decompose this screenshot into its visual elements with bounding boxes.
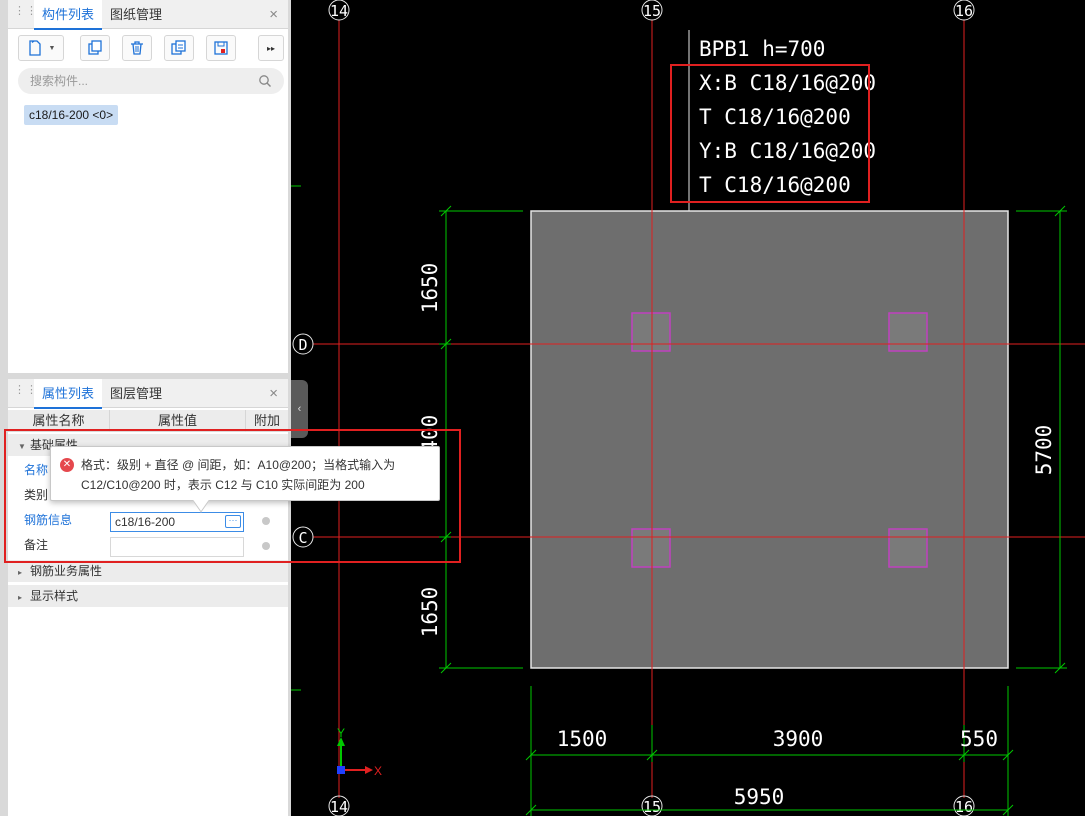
annotation-line-3: Y:B C18/16@200 — [699, 139, 876, 163]
collapse-left-icon[interactable]: ‹ — [291, 380, 308, 438]
axis-label-15-top: 15 — [643, 2, 661, 20]
save-icon — [214, 41, 228, 55]
dropdown-arrow-icon[interactable]: ▼ — [49, 45, 56, 52]
column-block[interactable] — [631, 312, 671, 352]
drag-grip-icon[interactable]: ⋮⋮ — [14, 6, 37, 21]
property-rebar-label: 钢筋信息 — [24, 513, 73, 527]
more-button[interactable]: ▸▸ — [258, 35, 284, 61]
copy-icon — [88, 40, 102, 55]
delete-icon — [131, 41, 143, 55]
dim-left-top: 1650 — [418, 263, 442, 314]
axis-label-16-bottom: 16 — [955, 798, 973, 816]
property-table-header: 属性名称 属性值 附加 — [8, 410, 288, 432]
column-block[interactable] — [888, 312, 928, 352]
close-icon[interactable]: × — [269, 6, 278, 23]
axis-label-14-top: 14 — [330, 2, 348, 20]
cad-canvas[interactable]: 14 15 16 14 15 16 D C 1650 2400 1650 570… — [291, 0, 1085, 816]
rebar-info-input[interactable]: c18/16-200 ··· — [110, 512, 244, 532]
save-button[interactable] — [206, 35, 236, 61]
section-display-style[interactable]: ▸ 显示样式 — [8, 585, 288, 607]
annotation-line-2: T C18/16@200 — [699, 105, 851, 129]
axis-label-16-top: 16 — [955, 2, 973, 20]
property-name-label: 名称 — [24, 463, 49, 477]
copy-button[interactable] — [80, 35, 110, 61]
ellipsis-button[interactable]: ··· — [225, 515, 241, 528]
annotation-line-1: X:B C18/16@200 — [699, 71, 876, 95]
section-label: 钢筋业务属性 — [30, 564, 103, 578]
search-input[interactable] — [30, 74, 258, 88]
column-header-name: 属性名称 — [8, 410, 110, 432]
search-box — [18, 68, 284, 94]
cad-drawing[interactable]: 14 15 16 14 15 16 D C 1650 2400 1650 570… — [291, 0, 1085, 816]
tab-property-list[interactable]: 属性列表 — [34, 379, 103, 409]
tooltip-line-1: 格式：级别 + 直径 @ 间距，如：A10@200；当格式输入为 — [81, 458, 396, 472]
ucs-icon: Y X — [337, 726, 382, 778]
component-panel-tabbar: ⋮⋮ 构件列表 图纸管理 × — [8, 0, 288, 30]
component-toolbar: ▼ ▸▸ — [18, 35, 284, 61]
collapsed-triangle-icon: ▸ — [18, 593, 23, 602]
property-panel-tabbar: ⋮⋮ 属性列表 图层管理 × — [8, 379, 288, 409]
remark-input[interactable] — [110, 537, 244, 557]
axis-label-D: D — [298, 336, 307, 354]
layer-copy-icon — [171, 40, 186, 55]
column-header-value: 属性值 — [110, 410, 246, 432]
expanded-triangle-icon: ▼ — [18, 442, 26, 451]
ucs-x-label: X — [374, 764, 382, 778]
component-list-item[interactable]: c18/16-200 <0> — [24, 105, 119, 125]
axis-label-15-bottom: 15 — [643, 798, 661, 816]
tab-component-list[interactable]: 构件列表 — [34, 0, 103, 30]
component-list-panel: ⋮⋮ 构件列表 图纸管理 × ▼ ▸▸ 搜索构件... c18/16-200 <… — [8, 0, 288, 373]
tooltip-line-2: C12/C10@200 时，表示 C12 与 C10 实际间距为 200 — [81, 478, 365, 492]
property-remark-label: 备注 — [24, 538, 49, 552]
dim-right: 5700 — [1032, 425, 1056, 476]
search-icon[interactable] — [258, 74, 272, 88]
new-component-button[interactable]: ▼ — [18, 35, 64, 61]
column-block[interactable] — [631, 528, 671, 568]
annotation-title: BPB1 h=700 — [699, 37, 825, 61]
format-tooltip: ✕ 格式：级别 + 直径 @ 间距，如：A10@200；当格式输入为 C12/C… — [50, 446, 440, 513]
error-icon: ✕ — [60, 458, 74, 472]
drag-grip-icon[interactable]: ⋮⋮ — [14, 385, 37, 400]
annotation-line-4: T C18/16@200 — [699, 173, 851, 197]
app-window: ⋮⋮ 构件列表 图纸管理 × ▼ ▸▸ 搜索构件... c18/16-200 <… — [0, 0, 1085, 816]
layer-copy-button[interactable] — [164, 35, 194, 61]
axis-label-C: C — [298, 529, 307, 547]
left-dock: ⋮⋮ 构件列表 图纸管理 × ▼ ▸▸ 搜索构件... c18/16-200 <… — [0, 0, 291, 816]
section-rebar-business-properties[interactable]: ▸ 钢筋业务属性 — [8, 560, 288, 582]
extra-radio[interactable] — [262, 542, 270, 550]
property-category-label: 类别 — [24, 488, 49, 502]
tab-drawing-management[interactable]: 图纸管理 — [102, 0, 170, 29]
dim-bottom-3: 550 — [960, 727, 998, 751]
property-list-panel: ⋮⋮ 属性列表 图层管理 × 属性名称 属性值 附加 ▼ 基础属性 名称 类别 钢… — [8, 379, 288, 816]
dim-bottom-2: 3900 — [773, 727, 824, 751]
property-row-rebar-info[interactable]: 钢筋信息 c18/16-200 ··· — [8, 508, 288, 533]
rebar-info-value: c18/16-200 — [115, 515, 176, 529]
property-row-remark[interactable]: 备注 — [8, 533, 288, 558]
collapsed-triangle-icon: ▸ — [18, 568, 23, 577]
delete-button[interactable] — [122, 35, 152, 61]
extra-radio[interactable] — [262, 517, 270, 525]
dim-bottom-1: 1500 — [557, 727, 608, 751]
ucs-y-label: Y — [337, 726, 345, 740]
column-header-extra: 附加 — [253, 413, 280, 428]
dim-bottom-total: 5950 — [734, 785, 785, 809]
more-icon: ▸▸ — [266, 43, 276, 53]
column-block[interactable] — [888, 528, 928, 568]
section-label: 显示样式 — [30, 589, 79, 603]
tab-layer-management[interactable]: 图层管理 — [102, 379, 170, 408]
new-component-icon — [28, 40, 41, 56]
slab-rect[interactable] — [530, 210, 1009, 669]
dim-left-bottom: 1650 — [418, 587, 442, 638]
close-icon[interactable]: × — [269, 385, 278, 402]
axis-label-14-bottom: 14 — [330, 798, 348, 816]
